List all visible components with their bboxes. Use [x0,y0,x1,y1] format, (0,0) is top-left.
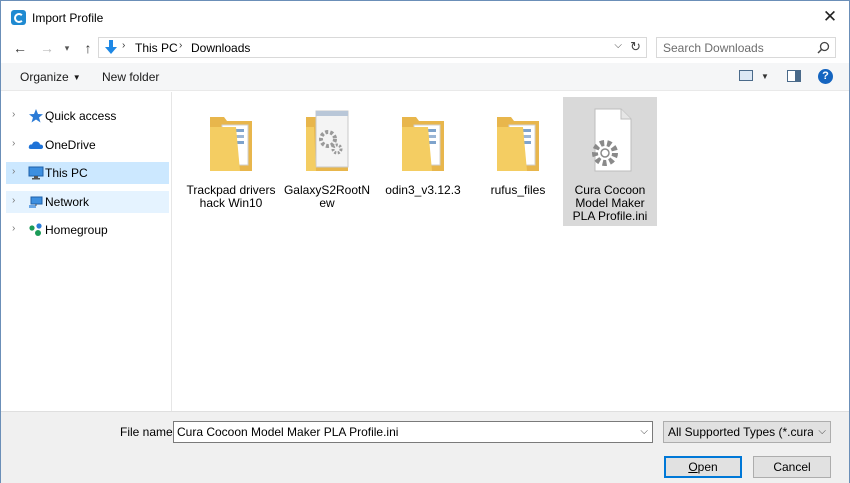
expand-chevron-icon[interactable]: › [12,109,15,120]
sidebar-item-label: Network [45,195,90,209]
recent-locations-button[interactable]: ▾ [61,38,73,58]
file-type-value: All Supported Types (*.curaprofile [668,425,813,439]
breadcrumb-separator[interactable]: › [179,40,182,51]
organize-label: Organize [20,70,69,84]
search-icon[interactable] [817,41,830,54]
homegroup-icon [29,223,42,236]
arrow-left-icon: ← [13,40,27,56]
cloud-icon [28,141,44,149]
breadcrumb-downloads[interactable]: Downloads [191,41,250,55]
sidebar-item-label: This PC [45,166,88,180]
close-button[interactable]: ✕ [817,5,843,29]
forward-button[interactable]: → [38,38,56,58]
file-item-cura-profile-ini[interactable]: Cura Cocoon Model Maker PLA Profile.ini [563,97,657,226]
title-bar: Import Profile ✕ [1,1,849,34]
expand-chevron-icon[interactable]: › [12,223,15,234]
close-icon: ✕ [822,7,838,26]
breadcrumb-separator[interactable]: › [122,40,125,51]
folder-icon [210,117,252,171]
file-name-value: Cura Cocoon Model Maker PLA Profile.ini [177,425,399,439]
search-placeholder: Search Downloads [663,41,764,55]
sidebar-item-onedrive[interactable]: › OneDrive [6,134,169,156]
folder-settings-icon [306,110,349,171]
breadcrumb-this-pc[interactable]: This PC [135,41,178,55]
help-icon[interactable]: ? [818,69,833,84]
refresh-icon[interactable]: ↻ [630,39,641,55]
sidebar-item-label: Quick access [45,109,117,123]
open-label: pen [697,460,718,474]
arrow-right-icon: → [40,40,54,56]
sidebar-item-network[interactable]: › Network [6,191,169,213]
file-name: odin3_v3.12.3 [385,183,461,197]
cancel-button[interactable]: Cancel [753,456,831,478]
chevron-down-icon[interactable]: ⌵ [640,426,648,437]
file-name: rufus_files [490,183,546,197]
navigation-row: ← → ▾ ↑ › This PC › Downloads ⌵ ↻ Search… [1,34,849,62]
file-name: GalaxyS2RootNew [283,183,371,210]
ini-file-icon [592,108,632,172]
file-name-label: File name: [120,425,177,439]
dialog-footer: File name: Cura Cocoon Model Maker PLA P… [1,411,849,483]
folder-icon [402,117,444,171]
file-name: Trackpad drivers hack Win10 [186,183,276,210]
navigation-pane: › Quick access › OneDrive › This PC › Ne… [1,92,172,411]
cura-app-icon [11,10,26,25]
caret-down-icon: ▼ [72,73,81,82]
organize-menu-button[interactable]: Organize ▼ [20,70,81,84]
arrow-up-icon: ↑ [84,40,92,56]
sidebar-item-label: Homegroup [45,223,108,237]
sidebar-item-this-pc[interactable]: › This PC [6,162,169,184]
network-icon [29,196,43,208]
file-type-select[interactable]: All Supported Types (*.curaprofile ⌵ [663,421,831,443]
sidebar-item-label: OneDrive [45,138,96,152]
star-icon [29,109,43,123]
command-toolbar: Organize ▼ New folder ▼ ? [1,63,849,91]
open-button[interactable]: Open [664,456,742,478]
sidebar-item-quick-access[interactable]: › Quick access [6,105,169,127]
downloads-icon [105,40,117,54]
chevron-down-icon: ⌵ [818,426,826,437]
address-history-dropdown[interactable]: ⌵ [614,40,622,51]
preview-pane-icon[interactable] [787,70,801,82]
view-options-caret-icon[interactable]: ▼ [761,72,769,81]
sidebar-item-homegroup[interactable]: › Homegroup [6,219,169,241]
file-name-input[interactable]: Cura Cocoon Model Maker PLA Profile.ini … [173,421,653,443]
computer-icon [28,166,44,180]
open-mnemonic: O [688,460,698,474]
expand-chevron-icon[interactable]: › [12,195,15,206]
import-profile-dialog: Import Profile ✕ ← → ▾ ↑ › This PC › Dow… [0,0,850,483]
change-view-icon[interactable] [739,70,753,81]
back-button[interactable]: ← [11,38,29,58]
address-bar[interactable]: › This PC › Downloads ⌵ ↻ [98,37,647,58]
chevron-down-icon: ▾ [64,42,70,53]
expand-chevron-icon[interactable]: › [12,138,15,149]
file-list: Trackpad drivers hack Win10 GalaxyS2Root… [173,92,849,411]
window-title: Import Profile [32,11,104,25]
file-name: Cura Cocoon Model Maker PLA Profile.ini [572,183,648,223]
folder-icon [497,117,539,171]
new-folder-button[interactable]: New folder [102,70,159,84]
up-button[interactable]: ↑ [79,38,97,58]
expand-chevron-icon[interactable]: › [12,166,15,177]
search-input[interactable]: Search Downloads [656,37,836,58]
